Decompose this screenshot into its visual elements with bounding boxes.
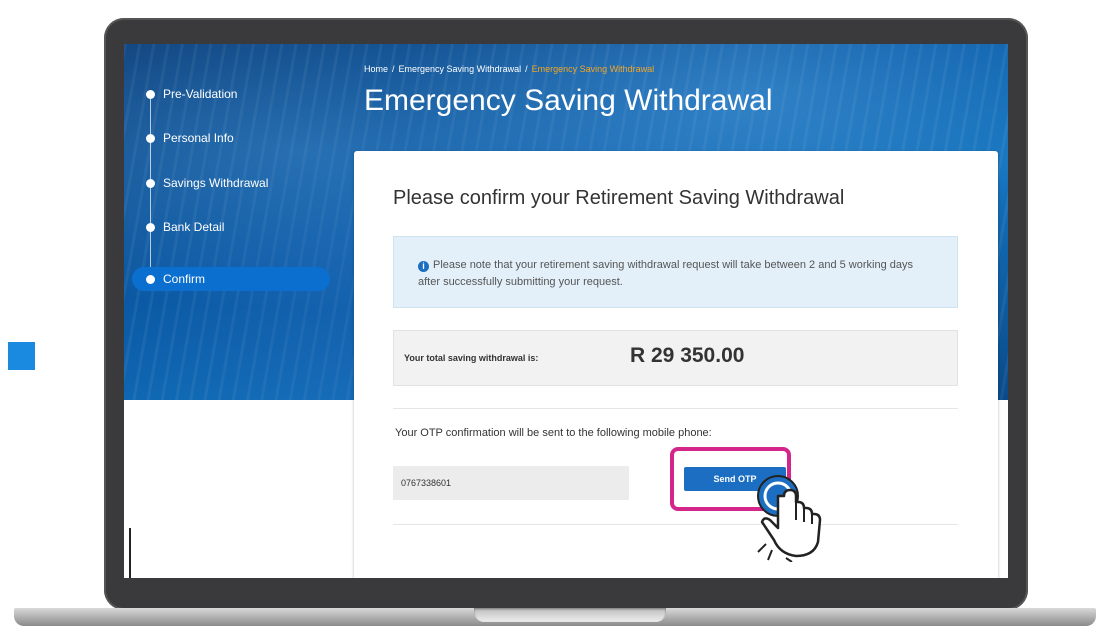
step-dot-icon — [146, 89, 155, 99]
screen-edge — [124, 528, 131, 578]
hand-pointer-icon — [757, 475, 822, 562]
step-dot-icon — [146, 274, 155, 284]
breadcrumb: Home / Emergency Saving Withdrawal / Eme… — [364, 64, 654, 74]
total-label: Your total saving withdrawal is: — [404, 353, 539, 363]
step-label: Pre-Validation — [163, 87, 238, 101]
laptop-notch — [474, 608, 666, 622]
sidebar-step-confirm[interactable]: Confirm — [132, 267, 330, 291]
step-dot-icon — [146, 133, 155, 143]
page-title: Emergency Saving Withdrawal — [364, 84, 773, 117]
step-label: Personal Info — [163, 131, 234, 145]
step-label: Confirm — [163, 272, 206, 286]
step-label: Savings Withdrawal — [163, 176, 269, 190]
info-notice: i Please note that your retirement saving… — [393, 236, 958, 308]
breadcrumb-separator: / — [392, 64, 395, 74]
breadcrumb-separator: / — [525, 64, 528, 74]
sidebar-step-savings-withdrawal[interactable]: Savings Withdrawal — [146, 176, 268, 190]
mobile-phone-field[interactable] — [393, 466, 629, 500]
step-label: Bank Detail — [163, 220, 225, 234]
info-icon: i — [418, 261, 429, 272]
breadcrumb-home[interactable]: Home — [364, 64, 388, 74]
progress-sidebar: Pre-Validation Personal Info Savings Wit… — [124, 44, 344, 400]
confirm-card: Please confirm your Retirement Saving Wi… — [354, 151, 998, 578]
step-dot-icon — [146, 222, 155, 232]
step-dot-icon — [146, 178, 155, 188]
otp-label: Your OTP confirmation will be sent to th… — [395, 427, 712, 439]
breadcrumb-parent[interactable]: Emergency Saving Withdrawal — [399, 64, 522, 74]
total-value: R 29 350.00 — [630, 344, 745, 367]
sidebar-step-bank-detail[interactable]: Bank Detail — [146, 220, 224, 234]
breadcrumb-current: Emergency Saving Withdrawal — [531, 64, 655, 74]
laptop-screen: Pre-Validation Personal Info Savings Wit… — [124, 44, 1008, 578]
total-withdrawal-box: Your total saving withdrawal is: R 29 35… — [393, 330, 958, 386]
card-title: Please confirm your Retirement Saving Wi… — [393, 187, 845, 209]
divider — [393, 524, 958, 525]
decorative-blue-square — [8, 342, 35, 370]
notice-text: Please note that your retirement saving … — [418, 259, 913, 288]
divider — [393, 408, 958, 409]
sidebar-step-pre-validation[interactable]: Pre-Validation — [146, 87, 237, 101]
sidebar-step-personal-info[interactable]: Personal Info — [146, 131, 234, 145]
